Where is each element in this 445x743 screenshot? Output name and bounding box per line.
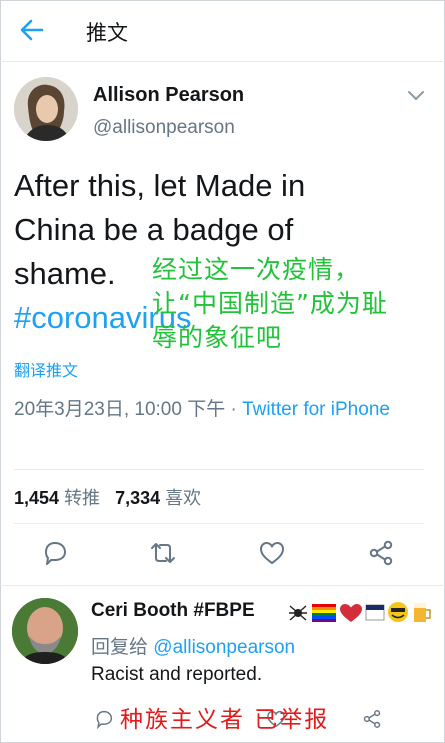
divider [14, 523, 424, 524]
section-divider [0, 585, 445, 586]
translation-overlay: 经过这一次疫情， 让“中国制造”成为耻 辱的象征吧 [152, 253, 432, 355]
tweet-text-line: China be a badge of [14, 212, 294, 247]
avatar[interactable] [14, 77, 78, 141]
translate-tweet-link[interactable]: 翻译推文 [14, 357, 78, 381]
top-bar: 推文 [0, 0, 445, 62]
rainbow-flag-icon [312, 604, 336, 622]
replying-to: 回复给 @allisonpearson [91, 632, 295, 659]
reply-author-name[interactable]: Ceri Booth #FBPE [91, 600, 255, 622]
reply-icon[interactable] [40, 538, 70, 568]
mention-link[interactable]: @allisonpearson [153, 637, 295, 658]
spider-icon [289, 605, 307, 621]
likes-label[interactable]: 喜欢 [165, 488, 201, 508]
source-link[interactable]: Twitter for iPhone [242, 399, 390, 420]
author-photo [14, 77, 78, 141]
reply-author-photo [12, 598, 78, 664]
retweet-icon[interactable] [148, 538, 178, 568]
retweets-label[interactable]: 转推 [64, 488, 100, 508]
timestamp: 20年3月23日, 10:00 下午 · [14, 399, 243, 420]
arrow-left-icon[interactable] [18, 16, 46, 44]
likes-count[interactable]: 7,334 [115, 488, 160, 508]
retweets-count[interactable]: 1,454 [14, 488, 59, 508]
share-icon[interactable] [361, 708, 383, 730]
chevron-down-icon[interactable] [406, 88, 426, 104]
divider [14, 469, 424, 470]
tweet-stats: 1,454 转推 7,334 喜欢 [14, 484, 201, 510]
smiley-emoji-icon [388, 602, 408, 622]
heart-emoji-icon [340, 604, 362, 622]
tweet-text-line: After this, let Made in [14, 168, 306, 203]
heart-icon[interactable] [257, 538, 287, 568]
reply-avatar[interactable] [12, 598, 78, 664]
page-title: 推文 [86, 21, 128, 45]
replying-to-label: 回复给 [91, 637, 154, 658]
author-name[interactable]: Allison Pearson [93, 84, 244, 107]
overlay-line: 经过这一次疫情， [152, 255, 361, 284]
author-handle[interactable]: @allisonpearson [93, 117, 235, 139]
reply-translation-overlay: 种族主义者 已举报 [120, 707, 330, 733]
reply-text: Racist and reported. [91, 664, 263, 685]
overlay-line: 辱的象征吧 [152, 323, 283, 352]
share-icon[interactable] [366, 538, 396, 568]
overlay-line: 让“中国制造”成为耻 [152, 289, 388, 318]
name-emoji-icons [289, 602, 431, 622]
flag-emoji-icon [365, 604, 385, 621]
reply-icon[interactable] [93, 708, 115, 730]
tweet-meta: 20年3月23日, 10:00 下午 · Twitter for iPhone [14, 394, 424, 425]
beer-emoji-icon [414, 603, 431, 622]
tweet-actions [0, 538, 445, 572]
